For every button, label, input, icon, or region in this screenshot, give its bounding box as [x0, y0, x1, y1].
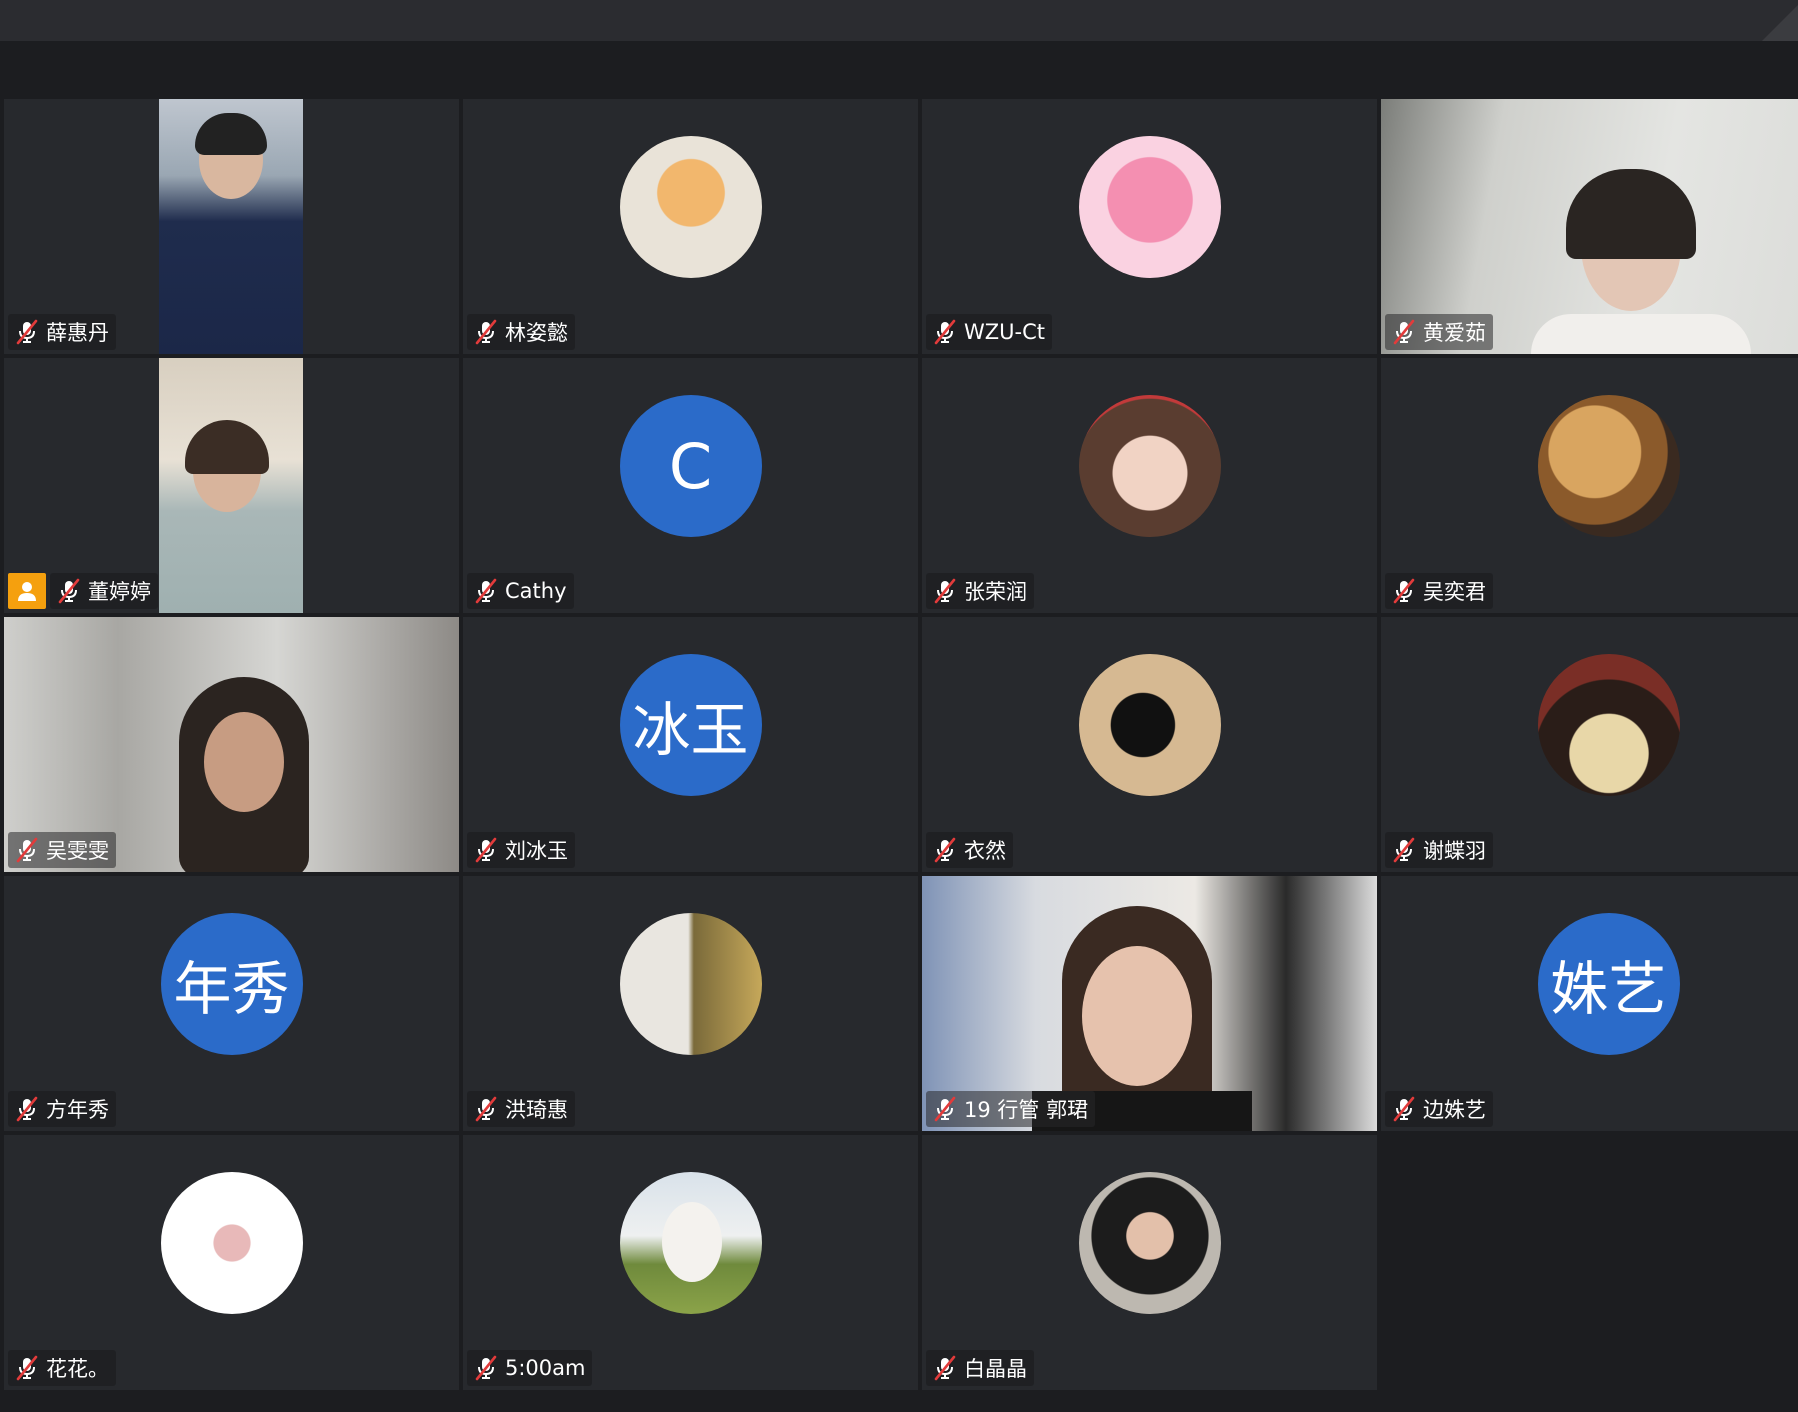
mic-muted-icon[interactable] — [932, 1355, 958, 1381]
participant-tile[interactable]: 年秀 方年秀 — [4, 876, 459, 1131]
participant-tile[interactable]: WZU-Ct — [922, 99, 1377, 354]
participant-name: 刘冰玉 — [505, 839, 568, 863]
participant-gallery: 薛惠丹 林姿懿 WZU-Ct 黄爱茹 董婷婷 C Cathy 张荣润 吴奕君 吴… — [4, 99, 1798, 1390]
window-corner-control[interactable] — [1758, 0, 1798, 41]
mic-muted-icon[interactable] — [473, 1096, 499, 1122]
participant-name: 吴雯雯 — [46, 839, 109, 863]
participant-tile[interactable]: 黄爱茹 — [1381, 99, 1798, 354]
mic-muted-icon[interactable] — [473, 319, 499, 345]
participant-name-tag: 吴奕君 — [1385, 573, 1493, 609]
participant-name: 5:00am — [505, 1356, 586, 1380]
participant-name-tag: 黄爱茹 — [1385, 314, 1493, 350]
participant-name-tag: 白晶晶 — [926, 1350, 1034, 1386]
participant-tile[interactable]: 洪琦惠 — [463, 876, 918, 1131]
mic-muted-icon[interactable] — [1391, 319, 1417, 345]
participant-tile[interactable]: 薛惠丹 — [4, 99, 459, 354]
participant-name: 19 行管 郭珺 — [964, 1098, 1089, 1122]
initials-avatar: 冰玉 — [619, 654, 762, 796]
participant-tile[interactable]: 白晶晶 — [922, 1135, 1377, 1390]
profile-photo — [160, 1172, 303, 1314]
meeting-top-bar — [0, 0, 1798, 41]
participant-tile[interactable]: 吴奕君 — [1381, 358, 1798, 613]
participant-name-tag: 吴雯雯 — [8, 832, 116, 868]
participant-name-tag: 薛惠丹 — [8, 314, 116, 350]
mic-muted-icon[interactable] — [14, 837, 40, 863]
mic-muted-icon[interactable] — [56, 578, 82, 604]
participant-name: 吴奕君 — [1423, 580, 1486, 604]
participant-name: 林姿懿 — [505, 321, 568, 345]
participant-name: 边姝艺 — [1423, 1098, 1486, 1122]
participant-name: 张荣润 — [964, 580, 1027, 604]
profile-photo — [619, 136, 762, 278]
participant-name-tag: WZU-Ct — [926, 314, 1052, 350]
participant-name: 薛惠丹 — [46, 321, 109, 345]
participant-name: 方年秀 — [46, 1098, 109, 1122]
mic-muted-icon[interactable] — [14, 319, 40, 345]
mic-muted-icon[interactable] — [932, 837, 958, 863]
mic-muted-icon[interactable] — [932, 578, 958, 604]
profile-photo — [619, 1172, 762, 1314]
profile-photo — [1078, 395, 1221, 537]
mic-muted-icon[interactable] — [14, 1355, 40, 1381]
mic-muted-icon[interactable] — [473, 837, 499, 863]
participant-tile[interactable]: 冰玉 刘冰玉 — [463, 617, 918, 872]
participant-name-tag: 方年秀 — [8, 1091, 116, 1127]
participant-name-tag: 谢蝶羽 — [1385, 832, 1493, 868]
participant-tile[interactable]: 姝艺 边姝艺 — [1381, 876, 1798, 1131]
participant-name-tag: 衣然 — [926, 832, 1013, 868]
profile-photo — [1078, 654, 1221, 796]
participant-name-tag: 19 行管 郭珺 — [926, 1091, 1096, 1127]
host-badge — [8, 573, 46, 609]
profile-photo — [1537, 395, 1680, 537]
mic-muted-icon[interactable] — [473, 578, 499, 604]
participant-tile[interactable]: 林姿懿 — [463, 99, 918, 354]
participant-tile[interactable]: 吴雯雯 — [4, 617, 459, 872]
participant-name-tag: Cathy — [467, 573, 574, 609]
participant-video — [159, 358, 303, 613]
profile-photo — [1537, 654, 1680, 796]
participant-tile[interactable]: 张荣润 — [922, 358, 1377, 613]
participant-name-tag: 林姿懿 — [467, 314, 575, 350]
participant-name-tag: 董婷婷 — [50, 573, 158, 609]
initials-avatar: C — [619, 395, 762, 537]
mic-muted-icon[interactable] — [932, 1096, 958, 1122]
participant-name-tag: 张荣润 — [926, 573, 1034, 609]
participant-name: 花花。 — [46, 1357, 109, 1381]
participant-name-tag: 5:00am — [467, 1350, 593, 1386]
participant-name-tag: 花花。 — [8, 1350, 116, 1386]
participant-tile[interactable]: 花花。 — [4, 1135, 459, 1390]
person-icon — [18, 582, 36, 601]
participant-video — [159, 99, 303, 354]
participant-tile[interactable]: C Cathy — [463, 358, 918, 613]
mic-muted-icon[interactable] — [1391, 1096, 1417, 1122]
profile-photo — [619, 913, 762, 1055]
mic-muted-icon[interactable] — [1391, 578, 1417, 604]
mic-muted-icon[interactable] — [473, 1355, 499, 1381]
participant-name: 黄爱茹 — [1423, 321, 1486, 345]
participant-name: Cathy — [505, 579, 567, 603]
initials-avatar: 姝艺 — [1537, 913, 1680, 1055]
participant-name: 董婷婷 — [88, 580, 151, 604]
participant-name: 谢蝶羽 — [1423, 839, 1486, 863]
mic-muted-icon[interactable] — [14, 1096, 40, 1122]
participant-name: 白晶晶 — [964, 1357, 1027, 1381]
empty-grid-slot — [1381, 1135, 1798, 1390]
participant-name: 洪琦惠 — [505, 1098, 568, 1122]
participant-name-tag: 边姝艺 — [1385, 1091, 1493, 1127]
participant-name-tag: 洪琦惠 — [467, 1091, 575, 1127]
profile-photo — [1078, 136, 1221, 278]
profile-photo — [1078, 1172, 1221, 1314]
mic-muted-icon[interactable] — [1391, 837, 1417, 863]
participant-name: 衣然 — [964, 839, 1006, 863]
participant-tile[interactable]: 董婷婷 — [4, 358, 459, 613]
participant-name: WZU-Ct — [964, 320, 1045, 344]
participant-tile[interactable]: 19 行管 郭珺 — [922, 876, 1377, 1131]
initials-avatar: 年秀 — [160, 913, 303, 1055]
mic-muted-icon[interactable] — [932, 319, 958, 345]
participant-name-tag: 刘冰玉 — [467, 832, 575, 868]
participant-tile[interactable]: 5:00am — [463, 1135, 918, 1390]
participant-tile[interactable]: 谢蝶羽 — [1381, 617, 1798, 872]
participant-tile[interactable]: 衣然 — [922, 617, 1377, 872]
